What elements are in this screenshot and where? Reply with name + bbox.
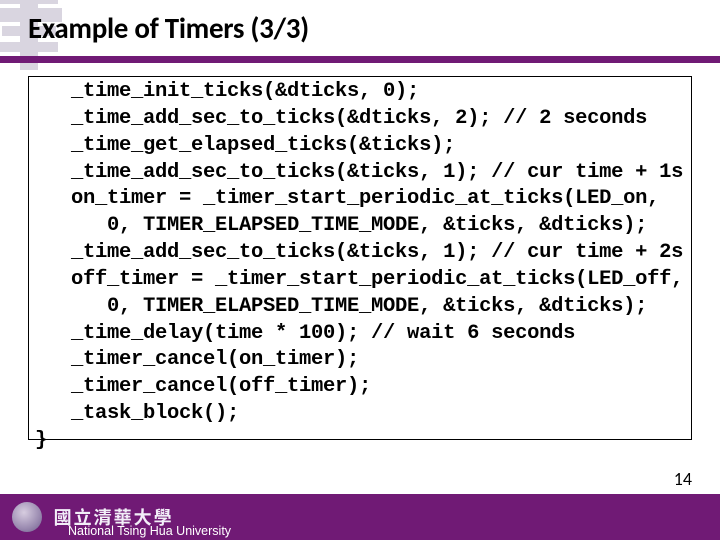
slide-title: Example of Timers (3/3) [28, 10, 309, 46]
page-number: 14 [674, 468, 692, 490]
university-name-en: National Tsing Hua University [68, 524, 231, 538]
title-underline [0, 56, 720, 63]
footer-bar: 國立清華大學 National Tsing Hua University [0, 494, 720, 540]
slide-container: Example of Timers (3/3) _time_init_ticks… [0, 0, 720, 540]
code-box: _time_init_ticks(&dticks, 0); _time_add_… [28, 76, 692, 440]
code-content: _time_init_ticks(&dticks, 0); _time_add_… [35, 79, 685, 455]
university-seal-icon [12, 502, 42, 532]
